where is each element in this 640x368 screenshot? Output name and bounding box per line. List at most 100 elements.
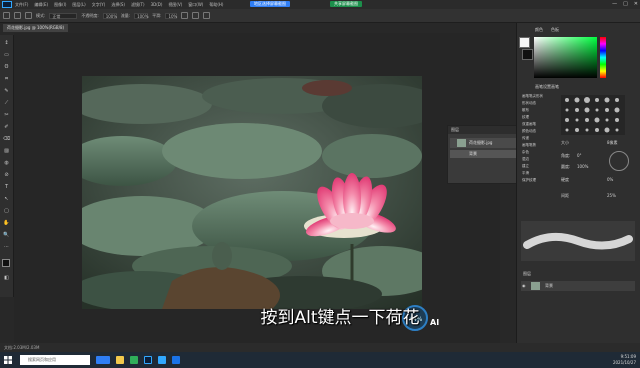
eyedropper-tool-icon[interactable]: ✎ (3, 88, 10, 94)
move-tool-icon[interactable]: ↕ (3, 40, 10, 46)
menu-3d[interactable]: 3D(D) (151, 2, 163, 7)
options-bar: 模式: 正常 不透明度: 100% 流量: 100% 平滑: 10% (0, 9, 640, 23)
brush-preset-icon[interactable] (25, 12, 32, 19)
brush-settings-tab[interactable]: 画笔设置 (535, 84, 551, 90)
spacing-label: 间距 (561, 193, 569, 198)
foreground-color-preview[interactable] (519, 37, 530, 48)
layers-float-header: 图层 (448, 126, 519, 134)
layers-tab[interactable]: 图层 (523, 271, 531, 277)
background-color-preview[interactable] (522, 49, 533, 60)
smoothing-field[interactable]: 10% (165, 12, 178, 19)
lasso-tool-icon[interactable]: ʘ (3, 64, 10, 70)
type-tool-icon[interactable]: T (3, 184, 10, 190)
layers-float-panel: 图层 荷花摄影.jpg 背景 (447, 125, 520, 184)
brush-option[interactable]: 双重画笔 (522, 121, 556, 128)
brush-option[interactable]: 保护纹理 (522, 177, 556, 184)
foreground-color-swatch[interactable] (2, 259, 10, 267)
edge-browser-icon[interactable] (158, 356, 166, 364)
brush-option[interactable]: 形状动态 (522, 100, 556, 107)
eye-icon[interactable]: ◉ (522, 283, 526, 288)
brush-option[interactable]: 画笔笔尖形状 (522, 93, 556, 100)
flow-field[interactable]: 100% (134, 12, 149, 19)
windows-start-icon[interactable] (4, 356, 12, 364)
baidu-search-button[interactable] (96, 356, 110, 364)
crop-tool-icon[interactable]: ⌗ (3, 76, 10, 82)
menu-file[interactable]: 文件(F) (15, 2, 28, 8)
brush-option[interactable]: 建立 (522, 163, 556, 170)
share-screenshot-button[interactable]: 共享屏幕截图 (330, 1, 362, 7)
minimize-icon[interactable]: — (612, 1, 617, 7)
document-tab[interactable]: 荷花摄影.jpg @ 100%(RGB/8) (3, 24, 69, 32)
mode-select[interactable]: 正常 (49, 12, 78, 19)
slice-tool-icon[interactable]: ✂ (3, 112, 10, 118)
taskbar-date[interactable]: 2021/10/27 (613, 360, 636, 365)
brush-option[interactable]: 纹理 (522, 114, 556, 121)
wechat-icon[interactable] (130, 356, 138, 364)
taskbar-search-input[interactable]: 搜索网页和应用 (20, 355, 90, 365)
lotus-photo-image (82, 76, 422, 309)
menu-type[interactable]: 文字(Y) (92, 2, 106, 8)
menu-layer[interactable]: 图层(L) (72, 2, 85, 8)
maximize-icon[interactable]: □ (623, 1, 628, 7)
healing-tool-icon[interactable]: ⟋ (3, 100, 10, 106)
hue-slider[interactable] (600, 37, 606, 78)
lotus-photo[interactable] (82, 76, 422, 309)
menu-image[interactable]: 图像(I) (54, 2, 66, 8)
blur-tool-icon[interactable]: ◍ (3, 160, 10, 166)
swatches-tab[interactable]: 色板 (551, 27, 559, 33)
brush-option[interactable]: 湿边 (522, 156, 556, 163)
size-value[interactable]: 8像素 (607, 140, 618, 146)
path-select-tool-icon[interactable]: ↖ (3, 196, 10, 202)
taskbar-clock[interactable]: 9:51:09 (621, 354, 636, 359)
symmetry-icon[interactable] (203, 12, 211, 19)
menu-window[interactable]: 窗口(W) (188, 2, 203, 8)
brush-option[interactable]: 画笔笔势 (522, 142, 556, 149)
brush-tip-grid[interactable] (561, 95, 625, 135)
brush-option[interactable]: 杂色 (522, 149, 556, 156)
more-tools-icon[interactable]: ⋯ (3, 244, 10, 250)
brushes-tab[interactable]: 画笔 (551, 84, 559, 90)
quick-mask-icon[interactable]: ◧ (3, 275, 10, 281)
brush-tool-icon[interactable] (14, 12, 21, 19)
opacity-field[interactable]: 100% (102, 12, 117, 19)
brush-option[interactable]: 散布 (522, 107, 556, 114)
layer-row-2[interactable]: 背景 (450, 150, 516, 158)
hand-tool-icon[interactable]: ✋ (3, 220, 10, 226)
opacity-label: 不透明度: (81, 12, 99, 18)
file-explorer-icon[interactable] (116, 356, 124, 364)
zoom-tool-icon[interactable]: 🔍 (3, 232, 10, 238)
menu-edit[interactable]: 编辑(E) (34, 2, 48, 8)
menu-help[interactable]: 帮助(H) (209, 2, 223, 8)
eraser-tool-icon[interactable]: ⌫ (3, 136, 10, 142)
home-icon[interactable] (3, 12, 10, 19)
brush-tool-icon[interactable]: ✐ (3, 124, 10, 130)
windows-taskbar: 搜索网页和应用 9:51:09 2021/10/27 (0, 352, 640, 368)
brush-options-list: 画笔笔尖形状 形状动态 散布 纹理 双重画笔 颜色动态 传递 画笔笔势 杂色 湿… (522, 93, 556, 203)
layer-name: 背景 (469, 151, 477, 156)
region-screenshot-button[interactable]: 地区选择屏幕截图 (250, 1, 290, 7)
app-icon[interactable] (172, 356, 180, 364)
menu-view[interactable]: 视图(V) (168, 2, 182, 8)
brush-option[interactable]: 颜色动态 (522, 128, 556, 135)
layers-list-row[interactable]: ◉ 背景 (521, 281, 635, 291)
gradient-tool-icon[interactable]: ▨ (3, 148, 10, 154)
layer-row-1[interactable]: 荷花摄影.jpg (450, 138, 516, 148)
brush-angle-dial[interactable] (609, 151, 629, 171)
close-icon[interactable]: ✕ (634, 1, 638, 7)
menu-select[interactable]: 选择(S) (111, 2, 125, 8)
settings-gear-icon[interactable] (181, 12, 189, 19)
roundness-value[interactable]: 100% (577, 164, 588, 169)
hardness-value[interactable]: 0% (607, 177, 613, 182)
angle-value[interactable]: 0° (577, 153, 582, 158)
photoshop-taskbar-icon[interactable] (144, 356, 152, 364)
pressure-icon[interactable] (192, 12, 200, 19)
menu-filter[interactable]: 滤镜(T) (131, 2, 145, 8)
brush-option[interactable]: 平滑 (522, 170, 556, 177)
color-picker-field[interactable] (534, 37, 597, 78)
dodge-tool-icon[interactable]: ⊘ (3, 172, 10, 178)
shape-tool-icon[interactable]: ▢ (3, 208, 10, 214)
marquee-tool-icon[interactable]: ▭ (3, 52, 10, 58)
color-tab[interactable]: 颜色 (535, 27, 543, 33)
brush-option[interactable]: 传递 (522, 135, 556, 142)
spacing-value[interactable]: 25% (607, 193, 616, 198)
